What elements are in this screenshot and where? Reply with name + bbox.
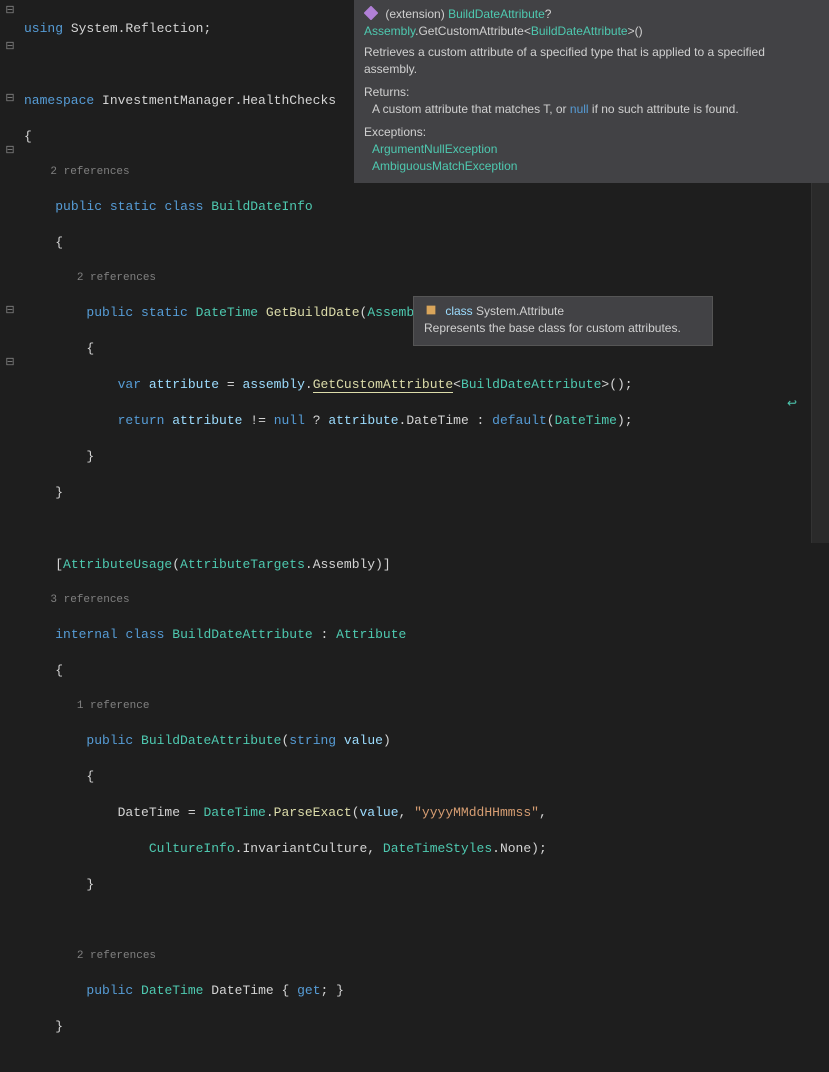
fold-toggle[interactable]: ⊟ bbox=[0, 38, 20, 56]
fold-toggle[interactable]: ⊟ bbox=[0, 142, 20, 160]
fold-toggle[interactable]: ⊟ bbox=[0, 2, 20, 20]
codelens[interactable]: 2 references bbox=[77, 950, 156, 962]
codelens[interactable]: 3 references bbox=[50, 594, 129, 606]
intellisense-tooltip: (extension) BuildDateAttribute? Assembly… bbox=[354, 0, 829, 183]
class-icon bbox=[424, 303, 438, 317]
codelens[interactable]: 2 references bbox=[50, 166, 129, 178]
extension-method-icon bbox=[364, 6, 378, 20]
fold-toggle[interactable]: ⊟ bbox=[0, 90, 20, 108]
fold-toggle[interactable]: ⊟ bbox=[0, 354, 20, 372]
codelens[interactable]: 1 reference bbox=[77, 700, 150, 712]
word-wrap-glyph: ↩ bbox=[787, 396, 797, 411]
fold-toggle[interactable]: ⊟ bbox=[0, 302, 20, 320]
gutter: ⊟ ⊟ ⊟ ⊟ ⊟ ⊟ bbox=[0, 0, 20, 543]
intellisense-tooltip: class System.Attribute Represents the ba… bbox=[413, 296, 713, 346]
codelens[interactable]: 2 references bbox=[77, 272, 156, 284]
